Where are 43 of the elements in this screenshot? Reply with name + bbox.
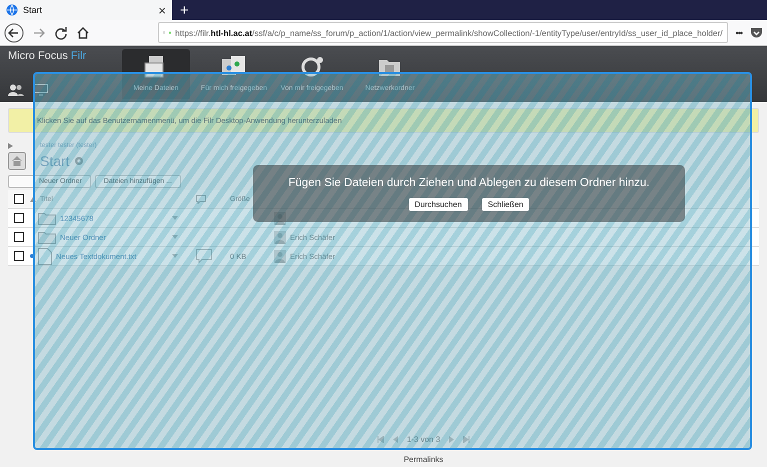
- caret-icon[interactable]: [172, 216, 178, 220]
- browser-tab[interactable]: Start ×: [0, 0, 172, 20]
- pocket-icon[interactable]: [750, 26, 763, 38]
- drop-message: Fügen Sie Dateien durch Ziehen und Ablegen zu diesem Ordner hinzu.: [288, 176, 650, 188]
- next-page-icon[interactable]: [449, 436, 454, 443]
- users-icon[interactable]: [8, 84, 24, 96]
- caret-icon[interactable]: [172, 235, 178, 239]
- comment-icon: [196, 194, 206, 204]
- brand-accent: Filr: [70, 50, 86, 62]
- page-count: 1-3 von 3: [406, 435, 440, 444]
- person-icon: [274, 250, 286, 262]
- row-checkbox[interactable]: [14, 232, 24, 242]
- triangle-icon: [8, 142, 13, 148]
- select-all-checkbox[interactable]: [14, 194, 24, 204]
- close-icon[interactable]: ×: [158, 2, 166, 18]
- first-page-icon[interactable]: [376, 436, 384, 443]
- row-checkbox[interactable]: [14, 251, 24, 261]
- caret-icon[interactable]: [172, 254, 178, 258]
- forward-icon[interactable]: [32, 26, 46, 40]
- gear-icon[interactable]: [74, 156, 84, 166]
- address-bar[interactable]: https://filr.htl-hl.ac.at/ssf/a/c/p_name/ss_forum/p_action/1/action/view_permalink/showCollection/-1/entityType/user/entryId/ss_user_id_place_holder/: [158, 22, 728, 43]
- reload-icon[interactable]: [54, 26, 68, 40]
- comment-icon[interactable]: [196, 249, 212, 263]
- previous-page-icon[interactable]: [392, 436, 398, 443]
- dialog-button[interactable]: Durchsuchen: [408, 198, 468, 210]
- new-tab-button[interactable]: +: [172, 0, 197, 20]
- home-icon[interactable]: [76, 26, 90, 40]
- home-icon: [8, 152, 26, 170]
- permalink-link[interactable]: Permalinks: [8, 452, 759, 467]
- back-icon[interactable]: [4, 22, 24, 42]
- dialog-button[interactable]: Schließen: [482, 198, 530, 210]
- monitor-icon[interactable]: [34, 84, 48, 96]
- url-text: https://filr.htl-hl.ac.at/ssf/a/c/p_name/ss_forum/p_action/1/action/view_permalink/showCollection/-1/entityType/user/entryId/ss_user_id_place_holder/: [175, 28, 723, 38]
- tab-title: Start: [23, 5, 44, 15]
- person-icon: [274, 212, 286, 224]
- folder-title: Start: [40, 153, 70, 169]
- person-icon: [274, 230, 286, 244]
- sort-icon: [30, 196, 36, 202]
- row-checkbox[interactable]: [14, 213, 24, 223]
- last-page-icon[interactable]: [463, 436, 470, 443]
- globe-icon: [6, 4, 18, 16]
- brand-name: Micro Focus: [8, 50, 68, 62]
- page-actions-button[interactable]: •••: [736, 28, 742, 38]
